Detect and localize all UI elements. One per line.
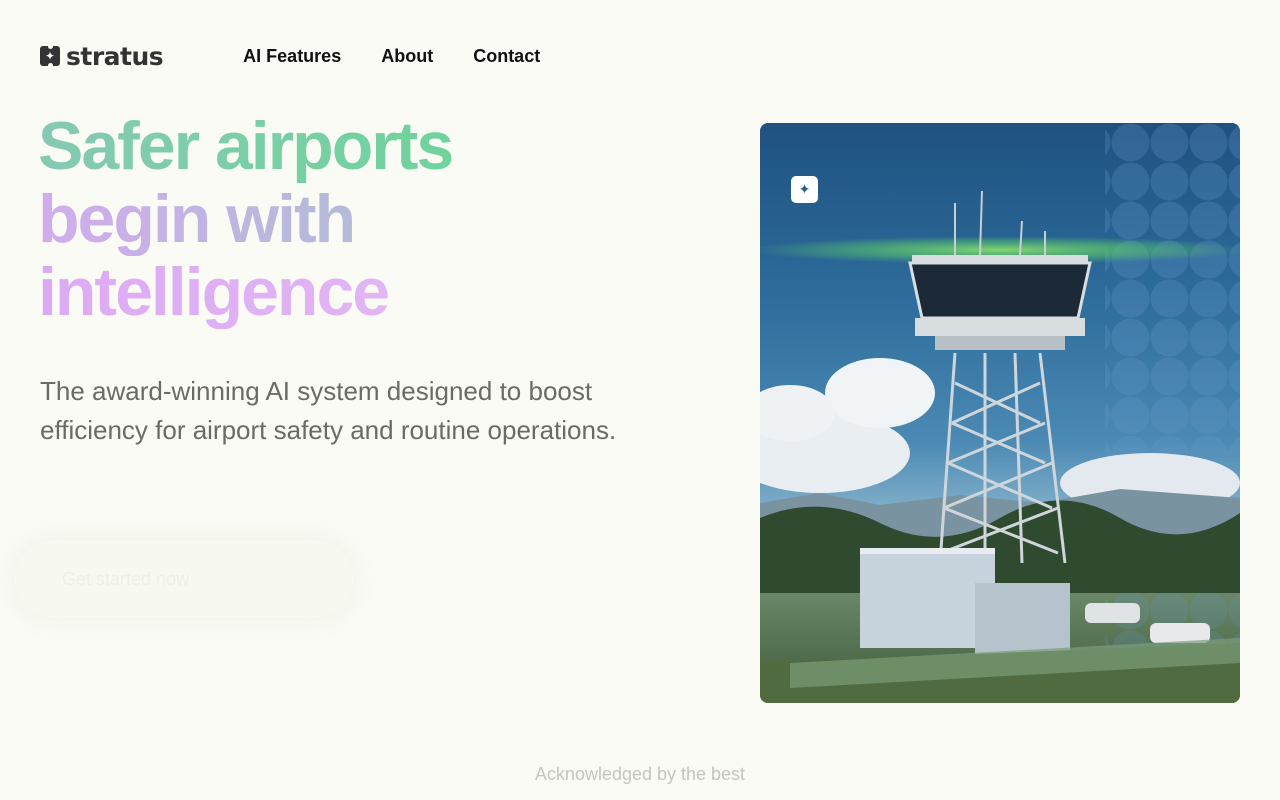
control-tower-illustration	[760, 123, 1240, 703]
hero-title-line-2: begin with	[38, 183, 452, 256]
cta-label: Get started now	[62, 568, 190, 589]
logo[interactable]: ✦ stratus	[40, 41, 164, 71]
hero-title-line-1: Safer airports	[38, 108, 454, 184]
acknowledged-heading: Acknowledged by the best	[534, 764, 746, 784]
hero-title-line-3: intelligence	[38, 256, 452, 329]
nav-ai-features[interactable]: AI Features	[243, 46, 341, 67]
logo-text: stratus	[66, 41, 164, 71]
nav-about[interactable]: About	[381, 46, 433, 67]
hero-image-card: ✦	[760, 123, 1240, 703]
site-header: ✦ stratus AI Features About Contact	[40, 40, 540, 72]
sparkle-logo-icon: ✦	[40, 44, 60, 68]
get-started-button[interactable]: Get started now	[14, 540, 354, 618]
hero-title: Safer airports begin with intelligence	[38, 108, 454, 329]
nav-contact[interactable]: Contact	[473, 46, 540, 67]
hero-subtitle: The award-winning AI system designed to …	[40, 376, 617, 445]
main-nav: AI Features About Contact	[243, 46, 540, 67]
card-sparkle-logo-icon: ✦	[791, 176, 818, 203]
